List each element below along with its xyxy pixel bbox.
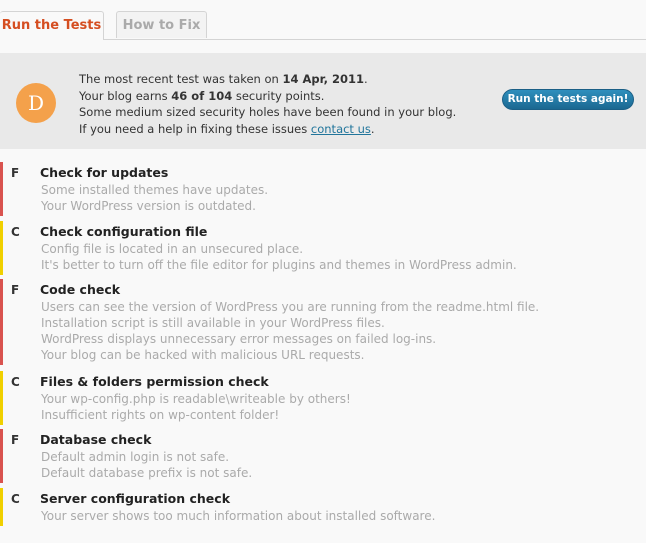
check-detail-line: Your blog can be hacked with malicious U…	[41, 348, 365, 362]
status-bar	[0, 221, 3, 275]
tab-run-the-tests[interactable]: Run the Tests	[0, 11, 104, 40]
tab-how-to-fix[interactable]: How to Fix	[116, 11, 207, 38]
check-detail-line: Your WordPress version is outdated.	[41, 199, 256, 213]
check-item-database: F Database check Default admin login is …	[0, 429, 646, 483]
check-grade: F	[11, 433, 20, 447]
check-item-permissions: C Files & folders permission check Your …	[0, 371, 646, 425]
security-score: 46 of 104	[171, 88, 233, 103]
check-detail-line: Insufficient rights on wp-content folder…	[41, 408, 280, 422]
check-title: Check configuration file	[40, 224, 208, 239]
check-detail-line: Default database prefix is not safe.	[41, 466, 253, 480]
check-detail-line: It's better to turn off the file editor …	[41, 258, 517, 272]
check-details: Some installed themes have updates. Your…	[41, 182, 268, 214]
check-detail-line: Config file is located in an unsecured p…	[41, 242, 304, 256]
check-details: Default admin login is not safe. Default…	[41, 449, 252, 481]
check-detail-line: Your server shows too much information a…	[41, 509, 436, 523]
check-item-config-file: C Check configuration file Config file i…	[0, 221, 646, 275]
check-title: Database check	[40, 432, 152, 447]
check-title: Files & folders permission check	[40, 374, 269, 389]
status-bar	[0, 429, 3, 483]
check-grade: C	[11, 375, 20, 389]
status-bar	[0, 488, 3, 526]
check-details: Config file is located in an unsecured p…	[41, 241, 517, 273]
check-title: Server configuration check	[40, 491, 231, 506]
check-detail-line: Users can see the version of WordPress y…	[41, 300, 540, 314]
check-details: Your server shows too much information a…	[41, 508, 435, 524]
check-grade: F	[11, 166, 20, 180]
check-detail-line: Installation script is still available i…	[41, 316, 385, 330]
summary-text: The most recent test was taken on 14 Apr…	[79, 71, 456, 137]
check-grade: C	[11, 492, 20, 506]
summary-line-date: The most recent test was taken on 14 Apr…	[79, 72, 368, 86]
run-tests-again-button[interactable]: Run the tests again!	[502, 89, 634, 110]
status-bar	[0, 279, 3, 365]
status-bar	[0, 162, 3, 216]
check-item-updates: F Check for updates Some installed theme…	[0, 162, 646, 216]
check-detail-line: Default admin login is not safe.	[41, 450, 230, 464]
summary-line-score: Your blog earns 46 of 104 security point…	[79, 88, 325, 103]
check-details: Your wp-config.php is readable\writeable…	[41, 391, 351, 423]
contact-us-link[interactable]: contact us	[311, 122, 371, 136]
overall-grade-badge: D	[16, 83, 56, 123]
tab-bar: Run the Tests How to Fix	[0, 0, 646, 40]
summary-line-status: Some medium sized security holes have be…	[79, 105, 457, 119]
status-bar	[0, 371, 3, 425]
check-detail-line: Some installed themes have updates.	[41, 183, 269, 197]
check-details: Users can see the version of WordPress y…	[41, 299, 539, 363]
summary-panel: D The most recent test was taken on 14 A…	[0, 53, 646, 149]
check-grade: F	[11, 283, 20, 297]
check-detail-line: Your wp-config.php is readable\writeable…	[41, 392, 351, 406]
check-grade: C	[11, 225, 20, 239]
check-item-server-config: C Server configuration check Your server…	[0, 488, 646, 526]
check-item-code: F Code check Users can see the version o…	[0, 279, 646, 365]
check-title: Check for updates	[40, 165, 169, 180]
test-date: 14 Apr, 2011	[282, 72, 365, 86]
check-title: Code check	[40, 282, 121, 297]
summary-line-help: If you need a help in fixing these issue…	[79, 121, 375, 136]
check-detail-line: WordPress displays unnecessary error mes…	[41, 332, 437, 346]
